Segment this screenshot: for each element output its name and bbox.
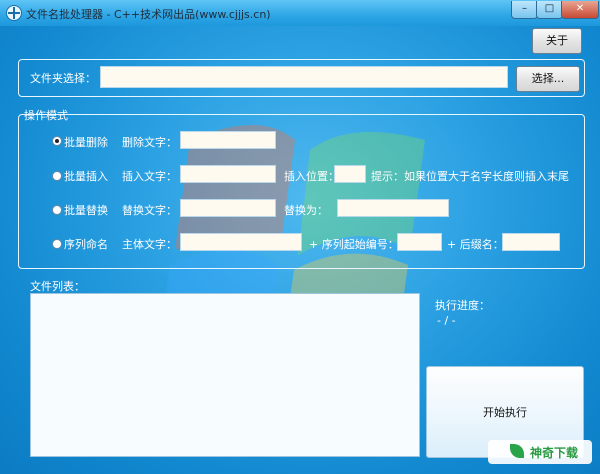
sequence-text-field[interactable] — [180, 233, 302, 251]
browse-button[interactable]: 选择... — [516, 66, 580, 92]
replace-with-field[interactable] — [337, 199, 449, 217]
window-title: 文件名批处理器 - C++技术网出品(www.cjjjs.cn) — [26, 8, 271, 21]
sequence-start-field[interactable] — [397, 233, 442, 251]
minimize-button[interactable]: – — [511, 1, 538, 19]
sequence-suffix-label: + 后缀名： — [447, 238, 504, 251]
sequence-mode-label[interactable]: 序列命名 — [64, 236, 108, 252]
replace-mode-radio[interactable] — [52, 205, 62, 215]
insert-position-label: 插入位置： — [284, 170, 339, 183]
folder-label: 文件夹选择： — [30, 72, 96, 85]
operation-mode-legend: 操作模式 — [24, 109, 68, 122]
insert-position-field[interactable] — [334, 165, 366, 183]
leaf-icon — [510, 444, 524, 458]
site-watermark: 神奇下载 — [488, 440, 592, 464]
progress-label: 执行进度： — [435, 299, 490, 312]
folder-path-field[interactable] — [100, 66, 508, 88]
delete-mode-radio[interactable] — [52, 136, 62, 146]
progress-value: - / - — [437, 314, 456, 327]
replace-text-label: 替换文字： — [122, 204, 177, 217]
file-list-label: 文件列表： — [30, 280, 85, 293]
insert-mode-label[interactable]: 批量插入 — [64, 168, 108, 184]
maximize-button[interactable]: □ — [536, 1, 563, 19]
insert-hint: 提示：如果位置大于名字长度则插入末尾 — [371, 170, 569, 183]
app-icon — [6, 5, 22, 21]
delete-text-field[interactable] — [180, 131, 276, 149]
sequence-text-label: 主体文字： — [122, 238, 177, 251]
insert-text-field[interactable] — [180, 165, 276, 183]
insert-text-label: 插入文字： — [122, 170, 177, 183]
replace-text-field[interactable] — [180, 199, 276, 217]
delete-mode-label[interactable]: 批量删除 — [64, 134, 108, 150]
replace-mode-label[interactable]: 批量替换 — [64, 202, 108, 218]
file-list[interactable] — [30, 293, 420, 457]
title-bar[interactable]: 文件名批处理器 - C++技术网出品(www.cjjjs.cn) – □ ✕ — [0, 0, 600, 26]
sequence-start-label: + 序列起始编号： — [309, 238, 399, 251]
about-button[interactable]: 关于 — [532, 28, 582, 54]
main-window: 文件名批处理器 - C++技术网出品(www.cjjjs.cn) – □ ✕ 关… — [0, 0, 600, 474]
delete-text-label: 删除文字： — [122, 136, 177, 149]
sequence-suffix-field[interactable] — [502, 233, 560, 251]
watermark-brand: 神奇下载 — [530, 446, 579, 460]
insert-mode-radio[interactable] — [52, 171, 62, 181]
replace-with-label: 替换为： — [284, 204, 328, 217]
sequence-mode-radio[interactable] — [52, 239, 62, 249]
close-button[interactable]: ✕ — [561, 1, 599, 19]
